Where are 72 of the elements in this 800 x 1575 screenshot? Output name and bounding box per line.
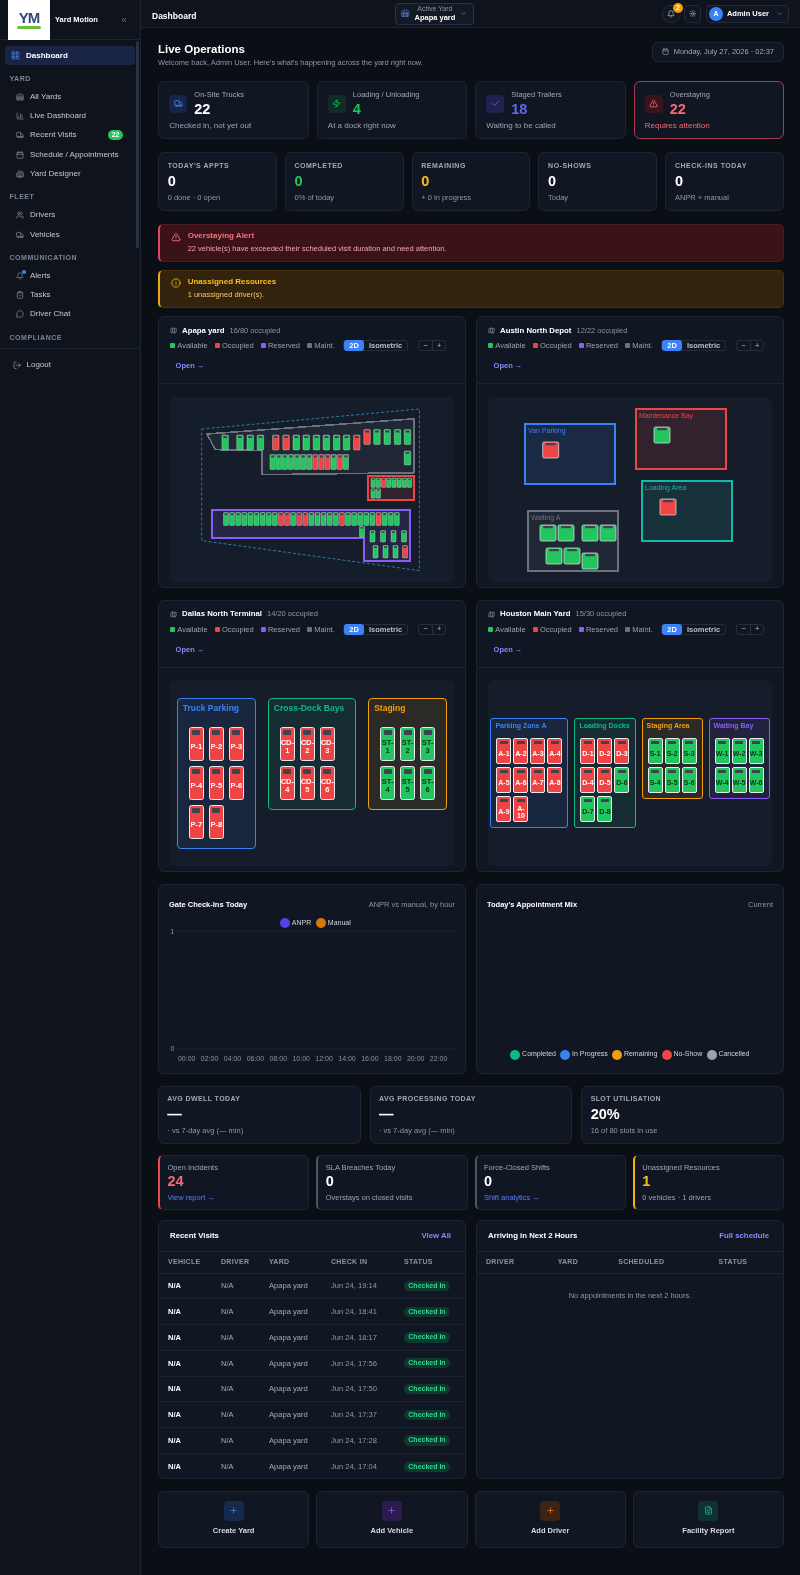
zone-label: Cross-Dock Bays <box>273 701 345 714</box>
stat-value: 0 <box>674 174 684 190</box>
lightning-icon <box>327 94 346 113</box>
kpi-caption: Checked in, not yet out <box>169 120 253 130</box>
summary-value: 1 <box>642 1174 652 1190</box>
plus-icon <box>223 1500 244 1521</box>
nav-item[interactable]: Live Dashboard <box>0 106 135 126</box>
kpi-value: 18 <box>511 102 529 118</box>
sun-icon <box>688 9 697 18</box>
plus-icon <box>381 1500 402 1521</box>
page-title: Dashboard <box>152 10 197 21</box>
warehouse-icon <box>401 9 410 18</box>
plus-icon <box>540 1500 561 1521</box>
map-icon <box>170 610 177 618</box>
nav-item[interactable]: Driver Chat <box>0 304 135 325</box>
kpi-caption: At a dock right now <box>327 120 397 130</box>
kpi-caption: Waiting to be called <box>486 120 557 130</box>
truck-icon <box>169 94 188 113</box>
stat-value: 0 <box>167 174 177 190</box>
nav-item[interactable]: Schedule / Appointments <box>0 144 135 165</box>
theme-toggle-button[interactable] <box>683 4 701 23</box>
summary-value: 0 <box>325 1174 335 1190</box>
logo: YM <box>8 0 50 40</box>
nav-item[interactable]: Alerts <box>0 266 135 286</box>
grid-icon <box>11 51 20 60</box>
metric-value: — <box>167 1107 183 1123</box>
nav-item[interactable]: Tasks <box>0 285 135 305</box>
nav-item[interactable]: All Yards <box>0 87 135 107</box>
nav-item[interactable]: Drivers <box>0 205 135 225</box>
stat-value: 0 <box>548 174 558 190</box>
stat-value: 0 <box>421 174 431 190</box>
logout-button[interactable]: Logout <box>13 359 51 371</box>
nav-item[interactable]: Yard Designer <box>0 164 135 184</box>
bar-chart-icon <box>16 112 24 121</box>
zone-label: Truck Parking <box>182 701 239 714</box>
kpi-value: 22 <box>194 102 212 118</box>
warehouse-icon <box>16 92 24 101</box>
map-icon <box>488 610 495 618</box>
truck-icon <box>16 131 24 140</box>
summary-value: 24 <box>167 1174 185 1190</box>
metric-value: 20% <box>590 1107 621 1123</box>
nav-item[interactable]: Vehicles <box>0 224 135 245</box>
summary-value: 0 <box>484 1174 494 1190</box>
users-icon <box>16 211 24 220</box>
warning-triangle-icon <box>171 232 181 243</box>
building-icon <box>16 169 24 178</box>
chat-bubble-icon <box>16 310 24 319</box>
chevron-down-icon <box>460 10 468 17</box>
kpi-value: 22 <box>669 102 687 118</box>
clipboard-check-icon <box>16 291 24 300</box>
calendar-icon <box>661 48 669 56</box>
check-icon <box>486 94 505 113</box>
document-icon <box>698 1500 719 1521</box>
bell-icon <box>16 271 24 280</box>
calendar-icon <box>16 150 24 159</box>
info-icon <box>171 278 181 289</box>
truck-icon <box>16 230 24 239</box>
kpi-caption: Requires attention <box>644 120 711 130</box>
bell-icon <box>667 9 676 18</box>
chevrons-left-icon <box>120 15 128 24</box>
stat-value: 0 <box>294 174 304 190</box>
logout-icon <box>13 360 22 370</box>
map-icon <box>170 327 177 334</box>
kpi-value: 4 <box>352 102 362 118</box>
chevron-down-icon <box>776 10 783 17</box>
zone-label: Staging <box>374 701 406 714</box>
map-icon <box>488 327 495 334</box>
alert-title: Overstaying Alert <box>187 231 256 242</box>
nav-item[interactable]: Dashboard <box>5 46 135 65</box>
alert-title: Unassigned Resources <box>187 277 277 288</box>
metric-value: — <box>378 1107 395 1123</box>
page-heading: Live Operations <box>158 41 246 56</box>
